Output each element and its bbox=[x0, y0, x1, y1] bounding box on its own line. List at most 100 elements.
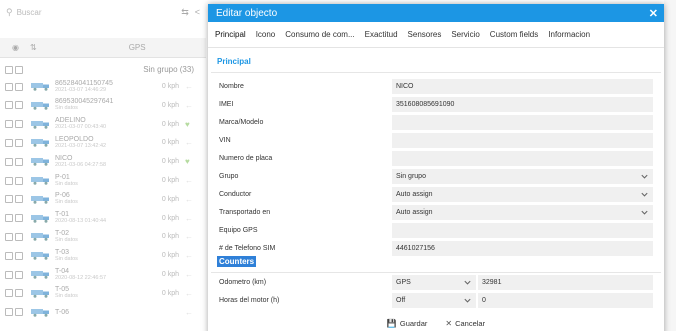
visible-checkbox[interactable] bbox=[5, 214, 13, 223]
truck-icon bbox=[31, 177, 49, 185]
tab-principal[interactable]: Principal bbox=[210, 22, 251, 48]
select-checkbox[interactable] bbox=[15, 176, 23, 185]
select-checkbox[interactable] bbox=[15, 270, 23, 279]
list-item[interactable]: P-01 Sin datos 0 kph ← bbox=[0, 172, 206, 189]
truck-icon bbox=[31, 214, 49, 223]
field-marca: Marca/Modelo bbox=[219, 114, 653, 131]
odometro-input[interactable]: 32981 bbox=[478, 275, 653, 290]
list-item[interactable]: T-01 2020-08-13 01:40:44 0 kph ← bbox=[0, 210, 206, 227]
horas-source-select[interactable]: Off bbox=[392, 293, 476, 308]
object-name: T-03 bbox=[55, 248, 70, 256]
object-name-cell: P-01 Sin datos bbox=[55, 174, 147, 188]
map-edge bbox=[664, 0, 676, 331]
object-name-cell: T-04 2020-08-12 22:46:57 bbox=[55, 268, 147, 282]
object-name-cell: LEOPOLDO 2021-03-07 13:42:42 bbox=[55, 136, 147, 150]
list-item[interactable]: 869530045297641 Sin datos 0 kph ← bbox=[0, 97, 206, 114]
visible-checkbox[interactable] bbox=[5, 138, 13, 147]
follow-column-icon[interactable]: ⇅ bbox=[30, 43, 37, 52]
list-item[interactable]: T-03 Sin datos 0 kph ← bbox=[0, 247, 206, 264]
object-speed: 0 kph bbox=[161, 177, 179, 184]
object-date: Sin datos bbox=[55, 236, 78, 243]
object-name: 869530045297641 bbox=[55, 98, 114, 106]
truck-icon bbox=[31, 83, 49, 91]
visible-checkbox[interactable] bbox=[5, 82, 13, 91]
visibility-column-icon[interactable]: ◉ bbox=[12, 43, 30, 52]
field-conductor: Conductor Auto assign bbox=[219, 186, 653, 203]
visible-checkbox[interactable] bbox=[5, 176, 13, 185]
list-item[interactable]: LEOPOLDO 2021-03-07 13:42:42 0 kph ← bbox=[0, 134, 206, 151]
select-checkbox[interactable] bbox=[15, 232, 23, 241]
close-icon[interactable]: ✕ bbox=[649, 7, 658, 20]
visible-checkbox[interactable] bbox=[5, 195, 13, 204]
visible-checkbox[interactable] bbox=[5, 101, 13, 110]
list-item[interactable]: T-05 Sin datos 0 kph ← bbox=[0, 285, 206, 302]
select-checkbox[interactable] bbox=[15, 251, 23, 260]
select-checkbox[interactable] bbox=[15, 101, 23, 110]
list-item[interactable]: P-06 Sin datos 0 kph ← bbox=[0, 191, 206, 208]
conductor-value: Auto assign bbox=[396, 191, 433, 198]
search-input[interactable]: Buscar bbox=[17, 8, 42, 17]
tab-exactitud[interactable]: Exactitud bbox=[360, 22, 403, 48]
grupo-select[interactable]: Sin grupo bbox=[392, 169, 653, 184]
select-checkbox[interactable] bbox=[15, 82, 23, 91]
cancel-button[interactable]: ✕ Cancelar bbox=[441, 317, 489, 330]
list-tools-icons[interactable]: ⇆< bbox=[181, 7, 206, 18]
vin-input[interactable] bbox=[392, 133, 653, 148]
conductor-select[interactable]: Auto assign bbox=[392, 187, 653, 202]
save-button[interactable]: 💾 Guardar bbox=[383, 317, 431, 330]
dialog-titlebar: Editar objecto ✕ bbox=[208, 4, 664, 22]
field-horas: Horas del motor (h) Off 0 bbox=[219, 292, 653, 309]
horas-input[interactable]: 0 bbox=[478, 293, 653, 308]
select-checkbox[interactable] bbox=[15, 308, 23, 317]
select-checkbox[interactable] bbox=[15, 120, 23, 129]
group-label: Sin grupo (33) bbox=[143, 65, 194, 74]
equipo-input[interactable] bbox=[392, 223, 653, 238]
transportado-select[interactable]: Auto assign bbox=[392, 205, 653, 220]
objects-table-header: ◉ ⇅ GPS bbox=[0, 38, 206, 58]
list-item[interactable]: ADELINO 2021-03-07 00:43:40 0 kph ♥ bbox=[0, 116, 206, 133]
tab-informacion[interactable]: Informacion bbox=[543, 22, 595, 48]
select-checkbox[interactable] bbox=[15, 214, 23, 223]
list-item[interactable]: NICO 2021-03-06 04:27:58 0 kph ♥ bbox=[0, 153, 206, 170]
visible-checkbox[interactable] bbox=[5, 120, 13, 129]
signal-icon: ← bbox=[185, 270, 193, 279]
list-item[interactable]: T-06 ← bbox=[0, 304, 206, 321]
tab-icono[interactable]: Icono bbox=[251, 22, 281, 48]
field-nombre: Nombre NICO bbox=[219, 78, 653, 95]
chevron-down-icon bbox=[464, 298, 471, 303]
visible-checkbox[interactable] bbox=[5, 251, 13, 260]
chevron-down-icon bbox=[464, 280, 471, 285]
visible-checkbox[interactable] bbox=[5, 289, 13, 298]
tab-custom-fields[interactable]: Custom fields bbox=[485, 22, 543, 48]
group-select-checkbox[interactable] bbox=[15, 65, 23, 74]
tab-consumo[interactable]: Consumo de com... bbox=[280, 22, 359, 48]
group-row[interactable]: Sin grupo (33) bbox=[0, 61, 206, 78]
heart-icon: ♥ bbox=[185, 119, 190, 129]
tab-servicio[interactable]: Servicio bbox=[446, 22, 484, 48]
imei-input[interactable]: 351608085691090 bbox=[392, 97, 653, 112]
select-checkbox[interactable] bbox=[15, 138, 23, 147]
select-checkbox[interactable] bbox=[15, 195, 23, 204]
visible-checkbox[interactable] bbox=[5, 270, 13, 279]
visible-checkbox[interactable] bbox=[5, 308, 13, 317]
list-item[interactable]: 865284041150745 2021-03-07 14:46:29 0 kph ← bbox=[0, 78, 206, 95]
tab-sensores[interactable]: Sensores bbox=[403, 22, 447, 48]
group-visible-checkbox[interactable] bbox=[5, 65, 13, 74]
list-item[interactable]: T-02 Sin datos 0 kph ← bbox=[0, 228, 206, 245]
truck-icon bbox=[31, 195, 49, 204]
select-checkbox[interactable] bbox=[15, 157, 23, 166]
section-counters-title: Counters bbox=[217, 256, 257, 267]
odometro-source-select[interactable]: GPS bbox=[392, 275, 476, 290]
object-search[interactable]: ⚲ Buscar ⇆< bbox=[6, 4, 206, 20]
visible-checkbox[interactable] bbox=[5, 232, 13, 241]
nombre-input[interactable]: NICO bbox=[392, 79, 653, 94]
select-checkbox[interactable] bbox=[15, 289, 23, 298]
object-name-cell: T-01 2020-08-13 01:40:44 bbox=[55, 211, 147, 225]
cancel-label: Cancelar bbox=[455, 319, 486, 328]
marca-input[interactable] bbox=[392, 115, 653, 130]
placa-input[interactable] bbox=[392, 151, 653, 166]
imei-label: IMEI bbox=[219, 101, 234, 108]
visible-checkbox[interactable] bbox=[5, 157, 13, 166]
list-item[interactable]: T-04 2020-08-12 22:46:57 0 kph ← bbox=[0, 266, 206, 283]
object-name: ADELINO bbox=[55, 117, 86, 125]
